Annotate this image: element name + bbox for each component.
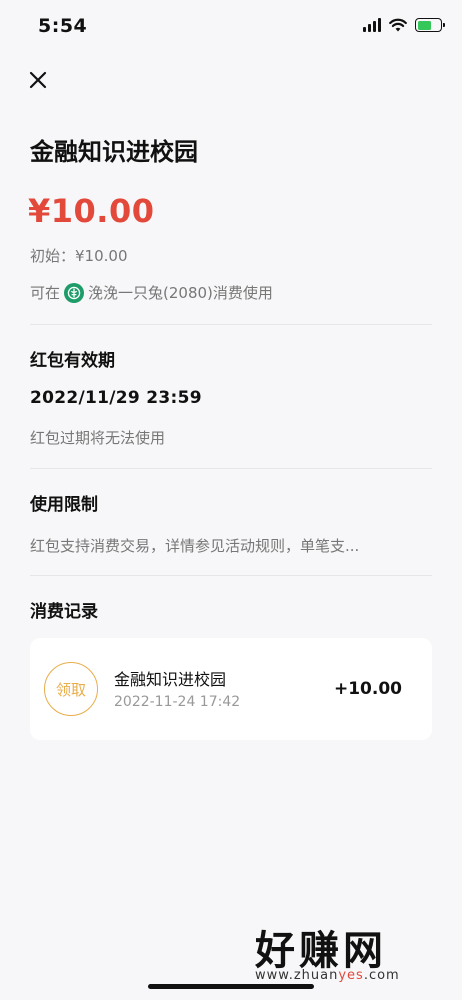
divider (30, 575, 432, 576)
usable-merchant: 浼浼一只兔(2080)消费使用 (88, 284, 273, 302)
home-indicator[interactable] (148, 984, 314, 989)
claim-badge: 领取 (44, 662, 98, 716)
red-packet-amount: ¥10.00 (28, 192, 155, 230)
validity-heading: 红包有效期 (30, 351, 115, 371)
status-icons (363, 18, 445, 32)
wifi-icon (389, 18, 407, 32)
expiry-note: 红包过期将无法使用 (30, 429, 166, 447)
record-time: 2022-11-24 17:42 (114, 694, 241, 710)
bank-logo-icon (64, 282, 85, 303)
restriction-heading: 使用限制 (30, 495, 98, 515)
signal-icon (363, 18, 381, 32)
record-item[interactable]: 领取 金融知识进校园 2022-11-24 17:42 +10.00 (30, 638, 432, 740)
battery-icon (415, 18, 445, 32)
usable-prefix: 可在 (30, 284, 61, 302)
close-button[interactable] (24, 66, 52, 94)
status-time: 5:54 (38, 15, 88, 37)
page-title: 金融知识进校园 (30, 138, 198, 166)
watermark: 好赚网 www.zhuanyes.com (255, 918, 399, 983)
records-heading: 消费记录 (30, 602, 98, 622)
expiry-date: 2022/11/29 23:59 (30, 388, 202, 408)
record-amount: +10.00 (333, 679, 402, 699)
initial-amount: 初始：¥10.00 (30, 247, 128, 265)
restriction-text[interactable]: 红包支持消费交易，详情参见活动规则，单笔支... (30, 535, 359, 556)
divider (30, 324, 432, 325)
watermark-url: www.zhuanyes.com (255, 968, 400, 983)
usable-merchant-line: 可在 浼浼一只兔(2080)消费使用 (30, 282, 273, 303)
close-icon (29, 71, 47, 89)
record-title: 金融知识进校园 (114, 670, 227, 689)
status-bar: 5:54 (0, 0, 462, 56)
divider (30, 468, 432, 469)
